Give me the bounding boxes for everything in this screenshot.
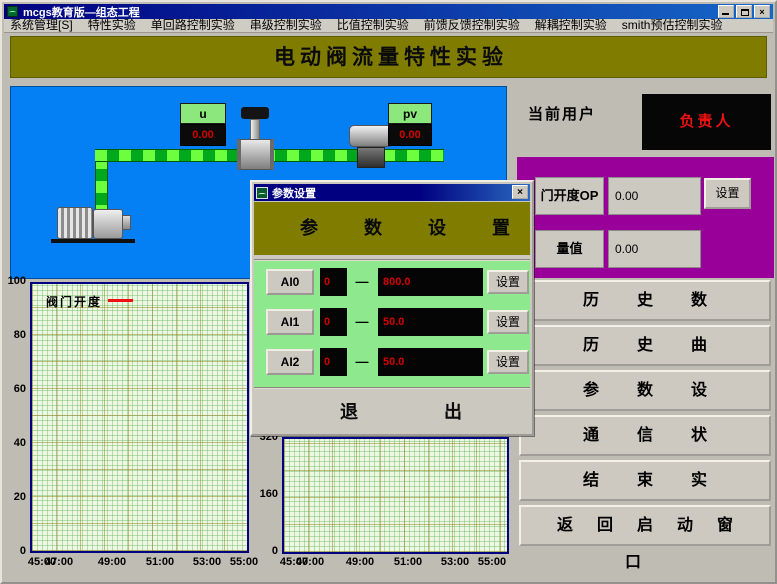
current-user-label: 当前用户 [528, 103, 596, 124]
chart2-xtick: 55:00 [474, 556, 510, 568]
op-set-button[interactable]: 设置 [704, 178, 751, 209]
control-valve-actuator-icon [241, 107, 269, 119]
return-start-window-button[interactable]: 返回启动窗口 [519, 505, 771, 546]
ai1-set-button[interactable]: 设置 [487, 310, 529, 334]
chart1-ytick: 80 [2, 329, 26, 341]
chart1-xtick: 51:00 [142, 556, 178, 568]
menu-bar: 系统管理[S] 特性实验 单回路控制实验 串级控制实验 比值控制实验 前馈反馈控… [4, 19, 773, 33]
chart2-xtick: 47:00 [292, 556, 328, 568]
ai1-label: AI1 [266, 309, 314, 335]
ai2-low-value: 0 [320, 348, 347, 376]
parameter-setting-button[interactable]: 参数设置 [519, 370, 771, 411]
dialog-mcgs-icon [256, 187, 268, 199]
restore-button[interactable] [736, 5, 752, 18]
ai0-low-value: 0 [320, 268, 347, 296]
menu-item-single-loop[interactable]: 单回路控制实验 [151, 19, 235, 32]
menu-item-cascade[interactable]: 串级控制实验 [250, 19, 322, 32]
dialog-header: 参数设置 [254, 202, 530, 255]
valve-opening-op-input[interactable]: 0.00 [608, 177, 701, 215]
pump-body-icon [93, 209, 123, 239]
window-titlebar: mcgs教育版—组态工程 × [4, 4, 773, 19]
chart1-ytick: 40 [2, 437, 26, 449]
chart2-xtick: 49:00 [342, 556, 378, 568]
ai1-low-value: 0 [320, 308, 347, 336]
ai0-label: AI0 [266, 269, 314, 295]
mcgs-app-icon [7, 6, 18, 17]
flow-transmitter-base [357, 147, 385, 168]
chart1-legend-label: 阀门开度 [46, 293, 102, 310]
dialog-close-button[interactable]: × [512, 185, 528, 199]
ai2-high-value: 50.0 [378, 348, 483, 376]
menu-item-system-manage[interactable]: 系统管理[S] [10, 19, 73, 32]
ai0-set-button[interactable]: 设置 [487, 270, 529, 294]
pump-base [51, 239, 135, 243]
chart1-xtick: 47:00 [41, 556, 77, 568]
chart1-xtick: 49:00 [94, 556, 130, 568]
end-experiment-button[interactable]: 结束实验 [519, 460, 771, 501]
valve-opening-op-label: 门开度OP [535, 177, 604, 215]
flow-trend-chart [282, 437, 509, 554]
pump-motor-icon [57, 207, 93, 239]
pv-meter-label: pv [388, 103, 432, 124]
menu-item-decoupling[interactable]: 解耦控制实验 [535, 19, 607, 32]
ai0-high-value: 800.0 [378, 268, 483, 296]
u-meter-label: u [180, 103, 226, 124]
flow-transmitter-icon [349, 125, 393, 147]
dialog-title: 参数设置 [272, 185, 316, 201]
dialog-titlebar[interactable]: 参数设置 [254, 184, 530, 201]
ai1-high-value: 50.0 [378, 308, 483, 336]
flow-value-label: 量值 [535, 230, 604, 268]
chart1-ytick: 20 [2, 491, 26, 503]
history-curve-button[interactable]: 历史曲线 [519, 325, 771, 366]
chart1-xtick: 55:00 [226, 556, 262, 568]
control-valve-body-icon [237, 139, 274, 170]
chart1-ytick: 60 [2, 383, 26, 395]
chart1-legend-line [108, 299, 133, 302]
history-data-button[interactable]: 历史数据 [519, 280, 771, 321]
parameter-settings-dialog: 参数设置 × 参数设置 AI0 0 — 800.0 设置 AI1 0 — 50.… [250, 180, 534, 436]
chart2-xtick: 51:00 [390, 556, 426, 568]
pv-meter-value: 0.00 [388, 124, 432, 146]
comm-status-button[interactable]: 通信状态 [519, 415, 771, 456]
chart2-ytick: 160 [254, 488, 278, 500]
chart1-xtick: 53:00 [189, 556, 225, 568]
flow-value-display: 0.00 [608, 230, 701, 268]
ai2-set-button[interactable]: 设置 [487, 350, 529, 374]
current-user-value: 负责人 [642, 94, 771, 150]
ai0-range-dash: — [350, 269, 374, 295]
chart1-ytick: 100 [2, 275, 26, 287]
menu-item-ratio[interactable]: 比值控制实验 [337, 19, 409, 32]
menu-item-feedforward[interactable]: 前馈反馈控制实验 [424, 19, 520, 32]
dialog-exit-button[interactable]: 退出 [254, 391, 530, 434]
valve-opening-trend-chart: 阀门开度 [30, 282, 249, 553]
menu-item-smith[interactable]: smith预估控制实验 [622, 19, 723, 32]
application-window: mcgs教育版—组态工程 × 系统管理[S] 特性实验 单回路控制实验 串级控制… [0, 0, 777, 584]
u-meter-value: 0.00 [180, 124, 226, 146]
page-title: 电动阀流量特性实验 [10, 36, 767, 78]
chart2-xtick: 53:00 [437, 556, 473, 568]
minimize-button[interactable] [718, 5, 734, 18]
close-button[interactable]: × [754, 5, 770, 18]
dialog-body: AI0 0 — 800.0 设置 AI1 0 — 50.0 设置 AI2 0 —… [254, 259, 530, 389]
chart1-ytick: 0 [2, 545, 26, 557]
ai1-range-dash: — [350, 309, 374, 335]
pump-outlet [122, 215, 131, 230]
menu-item-characteristic-exp[interactable]: 特性实验 [88, 19, 136, 32]
chart2-ytick: 0 [254, 545, 278, 557]
ai2-label: AI2 [266, 349, 314, 375]
ai2-range-dash: — [350, 349, 374, 375]
